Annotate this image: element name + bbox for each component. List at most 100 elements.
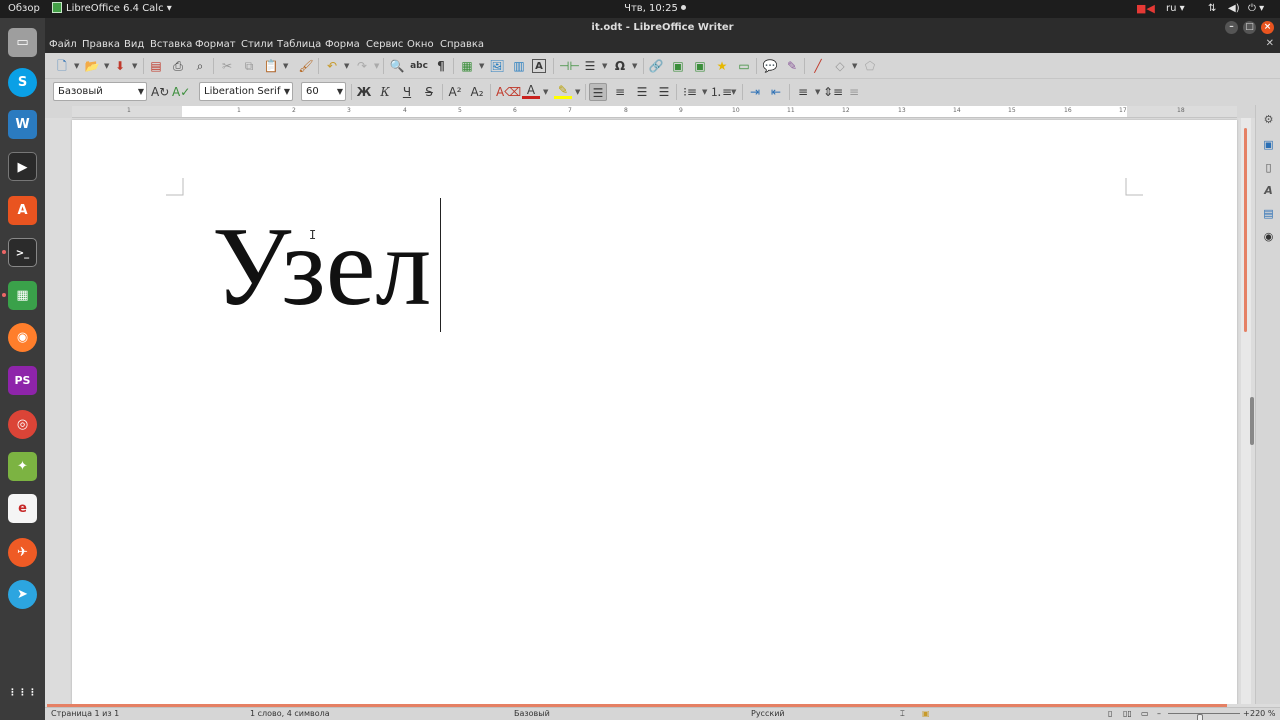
sidebar-gallery-icon[interactable]: ▤: [1261, 206, 1276, 221]
formatting-marks-icon[interactable]: ¶: [432, 57, 450, 75]
clone-formatting-icon[interactable]: 🖌: [297, 57, 315, 75]
comment-icon[interactable]: 💬: [761, 57, 779, 75]
footnote-icon[interactable]: ▣: [669, 57, 687, 75]
document-modified-icon[interactable]: ▣: [922, 708, 930, 720]
spelling-icon[interactable]: abc: [410, 57, 428, 75]
book-view-icon[interactable]: ▭: [1141, 708, 1149, 720]
close-button[interactable]: ×: [1261, 21, 1274, 34]
undo-dropdown-icon[interactable]: ▼: [344, 57, 349, 75]
paste-dropdown-icon[interactable]: ▼: [283, 57, 288, 75]
maximize-button[interactable]: □: [1243, 21, 1256, 34]
video-editor-icon[interactable]: ▶: [8, 152, 37, 181]
files-icon[interactable]: ▭: [8, 28, 37, 57]
redo-icon[interactable]: ↷: [353, 57, 371, 75]
insert-chart-icon[interactable]: ▥: [510, 57, 528, 75]
menu-edit[interactable]: Правка: [82, 37, 120, 53]
bullet-list-dropdown-icon[interactable]: ▼: [702, 83, 707, 101]
menu-insert[interactable]: Вставка: [150, 37, 192, 53]
special-character-icon[interactable]: Ω: [611, 57, 629, 75]
insert-table-icon[interactable]: ▦: [458, 57, 476, 75]
highlight-color-icon[interactable]: ✎: [554, 83, 572, 99]
close-document-icon[interactable]: ✕: [1266, 38, 1274, 49]
superscript-icon[interactable]: A²: [446, 83, 464, 101]
phpstorm-icon[interactable]: PS: [8, 366, 37, 395]
decrease-paragraph-spacing-icon[interactable]: ≡: [845, 83, 863, 101]
bookmark-icon[interactable]: ★: [713, 57, 731, 75]
font-color-icon[interactable]: A: [522, 83, 540, 99]
zoom-level[interactable]: 220 %: [1250, 708, 1275, 720]
cut-icon[interactable]: ✂: [218, 57, 236, 75]
open-dropdown-icon[interactable]: ▼: [104, 57, 109, 75]
table-dropdown-icon[interactable]: ▼: [479, 57, 484, 75]
page-style[interactable]: Базовый: [514, 708, 550, 720]
italic-button[interactable]: К: [376, 83, 394, 101]
zoom-slider-knob[interactable]: [1196, 714, 1203, 720]
sidebar-settings-icon[interactable]: ⚙: [1261, 112, 1276, 127]
activities-button[interactable]: Обзор: [8, 0, 40, 18]
paste-icon[interactable]: 📋: [262, 57, 280, 75]
show-draw-functions-icon[interactable]: ⬠: [861, 57, 879, 75]
increase-indent-icon[interactable]: ⇥: [746, 83, 764, 101]
align-center-button[interactable]: ≡: [611, 83, 629, 101]
zoom-in-icon[interactable]: +: [1243, 708, 1250, 720]
find-replace-icon[interactable]: 🔍: [388, 57, 406, 75]
page-count[interactable]: Страница 1 из 1: [51, 708, 119, 720]
document-text[interactable]: Узел: [212, 202, 431, 332]
mail-client-icon[interactable]: e: [8, 494, 37, 523]
show-apps-icon[interactable]: ⋮⋮⋮: [8, 684, 37, 713]
copy-icon[interactable]: ⧉: [240, 57, 258, 75]
chrome-icon[interactable]: ◎: [8, 410, 37, 439]
special-character-dropdown-icon[interactable]: ▼: [632, 57, 637, 75]
word-count[interactable]: 1 слово, 4 символа: [250, 708, 330, 720]
strikethrough-button[interactable]: S: [420, 83, 438, 101]
sidebar-styles-icon[interactable]: A: [1261, 183, 1276, 198]
save-icon[interactable]: ⬇: [111, 57, 129, 75]
menu-form[interactable]: Форма: [325, 37, 360, 53]
export-pdf-icon[interactable]: ▤: [147, 57, 165, 75]
document-page[interactable]: Узел I: [72, 120, 1237, 704]
print-preview-icon[interactable]: ⌕: [191, 57, 209, 75]
menu-format[interactable]: Формат: [195, 37, 236, 53]
insert-image-icon[interactable]: 🖼: [488, 57, 506, 75]
increase-paragraph-spacing-icon[interactable]: ⇕≡: [823, 83, 843, 101]
bullet-list-icon[interactable]: ⁝≡: [681, 83, 699, 101]
insert-textbox-icon[interactable]: A: [532, 59, 546, 73]
single-page-view-icon[interactable]: ▯: [1108, 708, 1112, 720]
align-right-button[interactable]: ☰: [633, 83, 651, 101]
new-style-icon[interactable]: A✓: [172, 83, 190, 101]
menu-file[interactable]: Файл: [49, 37, 77, 53]
insert-mode-icon[interactable]: ⌶: [900, 708, 905, 720]
clear-formatting-icon[interactable]: A⌫: [496, 83, 521, 101]
sidebar-page-icon[interactable]: ▯: [1261, 160, 1276, 175]
new-document-icon[interactable]: 🗋: [53, 57, 71, 75]
insert-field-icon[interactable]: ☰: [581, 57, 599, 75]
menu-styles[interactable]: Стили: [241, 37, 273, 53]
insert-page-break-icon[interactable]: ⊣⊢: [559, 57, 580, 75]
font-name-combo[interactable]: Liberation Serif ▼: [199, 82, 293, 101]
image-viewer-icon[interactable]: ✦: [8, 452, 37, 481]
line-spacing-dropdown-icon[interactable]: ▼: [815, 83, 820, 101]
postman-icon[interactable]: ✈: [8, 538, 37, 567]
sidebar-navigator-icon[interactable]: ◉: [1261, 229, 1276, 244]
vertical-scrollbar-thumb[interactable]: [1244, 128, 1247, 332]
redo-dropdown-icon[interactable]: ▼: [374, 57, 379, 75]
field-dropdown-icon[interactable]: ▼: [602, 57, 607, 75]
undo-icon[interactable]: ↶: [323, 57, 341, 75]
zoom-slider[interactable]: [1168, 713, 1240, 720]
menu-view[interactable]: Вид: [124, 37, 144, 53]
hyperlink-icon[interactable]: 🔗: [647, 57, 665, 75]
cross-reference-icon[interactable]: ▭: [735, 57, 753, 75]
terminal-icon[interactable]: >_: [8, 238, 37, 267]
font-size-combo[interactable]: 60 ▼: [301, 82, 346, 101]
software-center-icon[interactable]: A: [8, 196, 37, 225]
numbered-list-dropdown-icon[interactable]: ▼: [731, 83, 736, 101]
basic-shapes-icon[interactable]: ◇: [831, 57, 849, 75]
window-titlebar[interactable]: it.odt - LibreOffice Writer – □ ×: [45, 18, 1280, 37]
screen-record-icon[interactable]: ■◀: [1136, 0, 1155, 18]
subscript-icon[interactable]: A₂: [468, 83, 486, 101]
font-color-dropdown-icon[interactable]: ▼: [543, 83, 548, 101]
calc-icon[interactable]: ▦: [8, 281, 37, 310]
insert-line-icon[interactable]: ╱: [809, 57, 827, 75]
line-spacing-icon[interactable]: ≡: [794, 83, 812, 101]
writer-icon[interactable]: W: [8, 110, 37, 139]
